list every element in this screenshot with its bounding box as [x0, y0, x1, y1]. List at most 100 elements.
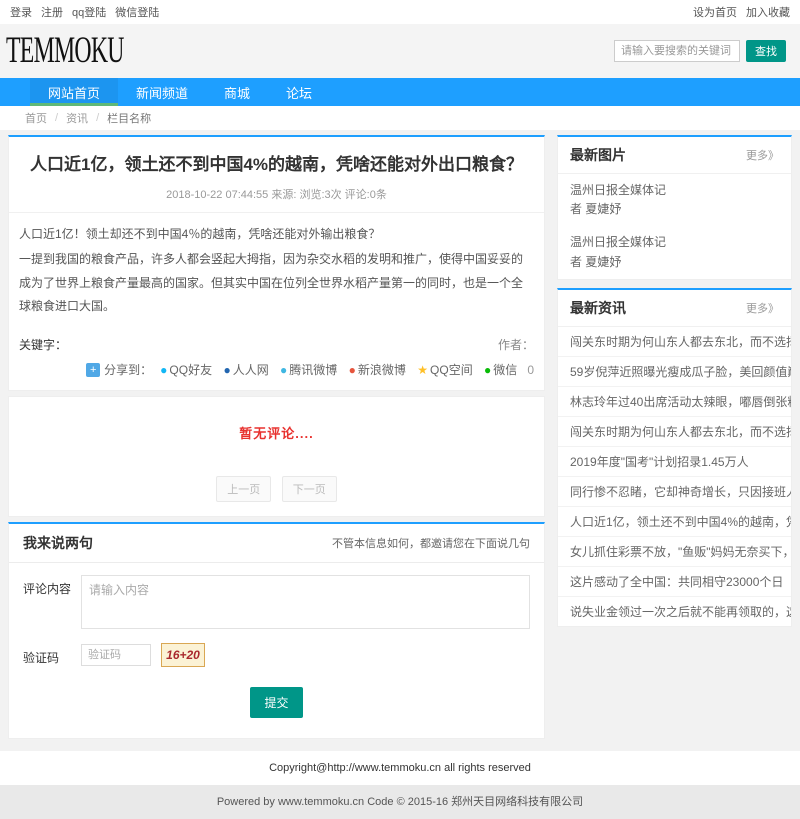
comment-content-input[interactable] [81, 575, 530, 629]
latest-images-panel: 最新图片 更多》 温州日报全媒体记者 夏婕妤 温州日报全媒体记者 夏婕妤 [557, 135, 792, 280]
share-item[interactable]: QQ空间 [417, 361, 472, 378]
share-item-label: 新浪微博 [358, 361, 406, 378]
sidebar: 最新图片 更多》 温州日报全媒体记者 夏婕妤 温州日报全媒体记者 夏婕妤 最新资… [557, 135, 792, 627]
news-list-item[interactable]: 林志玲年过40出席活动太辣眼，嘟唇倒张粉 [558, 387, 791, 417]
share-label: 分享到： [104, 361, 152, 378]
share-item[interactable]: 人人网 [223, 361, 268, 378]
share-service-icon [349, 364, 356, 376]
article-paragraph: 一提到我国的粮食产品，许多人都会竖起大拇指，因为杂交水稻的发明和推广，使得中国妥… [19, 248, 534, 318]
latest-news-title: 最新资讯 [570, 298, 626, 318]
captcha-row: 验证码 16+20 [9, 631, 544, 671]
topbar-link[interactable]: 注册 [41, 7, 63, 19]
share-item[interactable]: 新浪微博 [349, 361, 406, 378]
breadcrumb: 首页 / 资讯 / 栏目名称 [0, 106, 800, 130]
comment-content-label: 评论内容 [23, 575, 81, 629]
share-service-icon [417, 364, 428, 376]
share-item[interactable]: QQ好友 [160, 361, 212, 378]
share-service-icon [160, 364, 167, 376]
share-items: QQ好友 人人网 腾讯微博 [152, 361, 517, 378]
site-header: TEMMOKU 查找 [0, 24, 800, 78]
nav-item[interactable]: 论坛 [268, 78, 330, 106]
footer-powered-by: Powered by www.temmoku.cn Code © 2015-16… [0, 785, 800, 819]
topbar-link[interactable]: qq登陆 [72, 7, 106, 19]
nav-item[interactable]: 新闻频道 [118, 78, 206, 106]
nav-item[interactable]: 网站首页 [30, 78, 118, 106]
latest-news-header: 最新资讯 更多》 [558, 290, 791, 327]
main-nav: 网站首页 新闻频道 商城 论坛 [0, 78, 800, 106]
latest-news-list: 闯关东时期为何山东人都去东北，而不选择去 59岁倪萍近照曝光瘦成瓜子脸，美回颜值… [558, 327, 791, 626]
comment-form-subtitle: 不管本信息如何，都邀请您在下面说几句 [332, 535, 530, 551]
latest-news-panel: 最新资讯 更多》 闯关东时期为何山东人都去东北，而不选择去 59岁倪萍近照曝光瘦… [557, 288, 792, 627]
share-item-label: 腾讯微博 [289, 361, 337, 378]
news-list-item[interactable]: 说失业金领过一次之后就不能再领取的，这一 [558, 597, 791, 626]
captcha-input[interactable] [81, 644, 151, 666]
article-panel: 人口近1亿，领土还不到中国4%的越南，凭啥还能对外出口粮食？ 2018-10-2… [8, 135, 545, 391]
news-list-item[interactable]: 59岁倪萍近照曝光瘦成瓜子脸，美回颜值巅 [558, 357, 791, 387]
news-list-item[interactable]: 同行惨不忍睹，它却神奇增长，只因接班人自 [558, 477, 791, 507]
search-button[interactable]: 查找 [746, 40, 786, 62]
comment-form-header: 我来说两句 不管本信息如何，都邀请您在下面说几句 [9, 524, 544, 563]
captcha-image[interactable]: 16+20 [161, 643, 205, 667]
share-service-icon [280, 364, 287, 376]
nav-item[interactable]: 商城 [206, 78, 268, 106]
breadcrumb-current: 栏目名称 [107, 110, 151, 126]
article-body: 人口近1亿！领土却还不到中国4％的越南，凭啥还能对外输出粮食？ 一提到我国的粮食… [9, 213, 544, 327]
share-item[interactable]: 微信 [484, 361, 517, 378]
share-row: + 分享到： QQ好友 人人网 [9, 355, 544, 390]
site-logo[interactable]: TEMMOKU [6, 30, 124, 71]
article-paragraph: 人口近1亿！领土却还不到中国4％的越南，凭啥还能对外输出粮食？ [19, 223, 534, 246]
submit-button[interactable]: 提交 [250, 687, 302, 718]
comments-panel: 暂无评论.... 上一页 下一页 [8, 396, 545, 517]
latest-images-title: 最新图片 [570, 145, 626, 165]
image-list-item[interactable]: 温州日报全媒体记者 夏婕妤 [558, 226, 791, 278]
news-list-item[interactable]: 2019年度"国考"计划招录1.45万人 [558, 447, 791, 477]
breadcrumb-separator: / [96, 112, 99, 124]
share-plus-icon[interactable]: + [86, 363, 100, 377]
latest-images-more-link[interactable]: 更多》 [746, 147, 779, 163]
share-item-label: QQ空间 [430, 361, 473, 378]
next-page-button[interactable]: 下一页 [282, 476, 337, 502]
article-title: 人口近1亿，领土还不到中国4%的越南，凭啥还能对外出口粮食？ [29, 153, 524, 177]
share-service-icon [223, 364, 230, 376]
submit-row: 提交 [9, 671, 544, 726]
topbar-link[interactable]: 加入收藏 [746, 7, 790, 19]
main-column: 人口近1亿，领土还不到中国4%的越南，凭啥还能对外出口粮食？ 2018-10-2… [8, 135, 545, 739]
pagination: 上一页 下一页 [9, 476, 544, 502]
news-list-item[interactable]: 人口近1亿，领土还不到中国4%的越南，凭 [558, 507, 791, 537]
latest-news-more-link[interactable]: 更多》 [746, 300, 779, 316]
author-label: 作者： [498, 336, 534, 353]
search-bar: 查找 [614, 40, 786, 62]
captcha-label: 验证码 [23, 644, 81, 666]
news-list-item[interactable]: 闯关东时期为何山东人都去东北，而不选择去 [558, 417, 791, 447]
share-item-label: 人人网 [233, 361, 269, 378]
breadcrumb-home[interactable]: 首页 [25, 110, 47, 126]
topbar-auth-links: 登录注册 qq登陆微信登陆 [10, 4, 168, 20]
share-item-label: QQ好友 [169, 361, 212, 378]
latest-images-list: 温州日报全媒体记者 夏婕妤 温州日报全媒体记者 夏婕妤 [558, 174, 791, 279]
prev-page-button[interactable]: 上一页 [216, 476, 271, 502]
topbar-link[interactable]: 登录 [10, 7, 32, 19]
content-area: 人口近1亿，领土还不到中国4%的越南，凭啥还能对外出口粮食？ 2018-10-2… [0, 130, 800, 747]
keywords-label: 关键字： [19, 336, 67, 353]
keywords-row: 关键字： 作者： [9, 326, 544, 355]
comment-form-title: 我来说两句 [23, 533, 93, 553]
news-list-item[interactable]: 女儿抓住彩票不放，"鱼贩"妈妈无奈买下， [558, 537, 791, 567]
breadcrumb-separator: / [55, 112, 58, 124]
news-list-item[interactable]: 这片感动了全中国：共同相守23000个日 [558, 567, 791, 597]
comment-form-panel: 我来说两句 不管本信息如何，都邀请您在下面说几句 评论内容 验证码 16+20 … [8, 522, 545, 739]
article-meta: 2018-10-22 07:44:55 来源: 浏览:3次 评论:0条 [29, 186, 524, 202]
topbar: 登录注册 qq登陆微信登陆 设为首页加入收藏 [0, 0, 800, 24]
share-item[interactable]: 腾讯微博 [280, 361, 337, 378]
search-input[interactable] [614, 40, 740, 62]
share-service-icon [484, 364, 491, 376]
latest-images-header: 最新图片 更多》 [558, 137, 791, 174]
breadcrumb-section[interactable]: 资讯 [66, 110, 88, 126]
image-list-item[interactable]: 温州日报全媒体记者 夏婕妤 [558, 174, 791, 226]
no-comments-text: 暂无评论.... [9, 423, 544, 442]
share-item-label: 微信 [493, 361, 517, 378]
news-list-item[interactable]: 闯关东时期为何山东人都去东北，而不选择去 [558, 327, 791, 357]
topbar-link[interactable]: 微信登陆 [115, 7, 159, 19]
topbar-link[interactable]: 设为首页 [693, 7, 737, 19]
image-caption: 温州日报全媒体记者 夏婕妤 [570, 233, 676, 271]
footer-copyright: Copyright@http://www.temmoku.cn all righ… [0, 751, 800, 785]
